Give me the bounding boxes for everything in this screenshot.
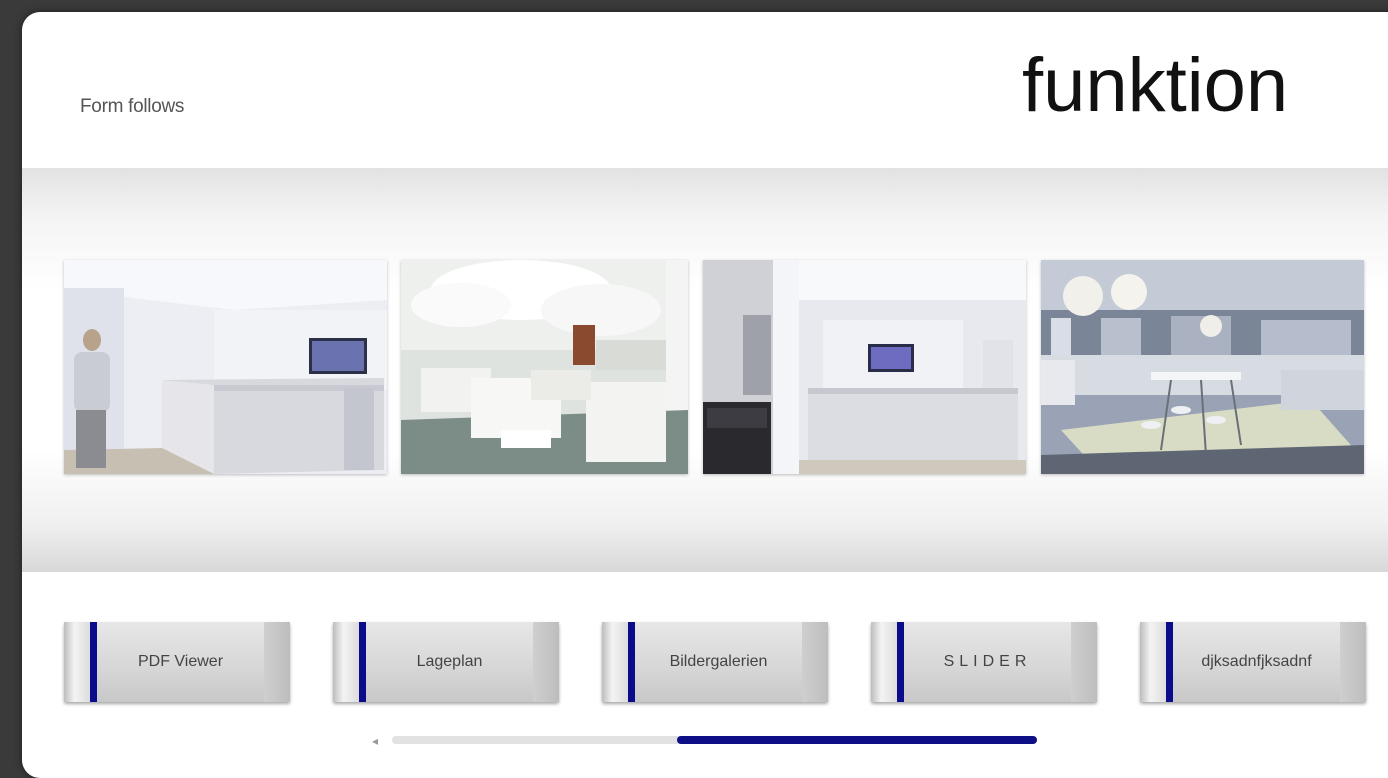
page-title: funktion (1022, 43, 1289, 128)
button-right-stripe (264, 622, 290, 702)
button-right-stripe (1071, 622, 1097, 702)
button-right-stripe (1340, 622, 1366, 702)
lounge-photo (401, 260, 688, 474)
button-accent-bar (628, 622, 635, 702)
button-left-stripe (871, 622, 897, 702)
lageplan-button[interactable]: Lageplan (333, 622, 559, 702)
gallery-image-reception-person[interactable] (64, 260, 387, 474)
scroll-left-arrow-icon[interactable]: ◂ (372, 734, 378, 748)
button-label: Bildergalerien (669, 653, 768, 670)
reception2-photo (703, 260, 1026, 474)
button-left-stripe (1140, 622, 1166, 702)
button-accent-bar (359, 622, 366, 702)
slider-button[interactable]: SLIDER (871, 622, 1097, 702)
button-label: PDF Viewer (137, 653, 224, 670)
office-photo (1041, 260, 1364, 474)
button-label: Lageplan (416, 653, 483, 670)
reception-photo (64, 260, 387, 474)
gallery-image-reception-chair[interactable] (703, 260, 1026, 474)
button-left-stripe (64, 622, 90, 702)
button-right-stripe (533, 622, 559, 702)
scrollbar-thumb[interactable] (677, 736, 1037, 744)
button-accent-bar (1166, 622, 1173, 702)
bildergalerien-button[interactable]: Bildergalerien (602, 622, 828, 702)
button-accent-bar (897, 622, 904, 702)
button-label: SLIDER (943, 653, 1032, 670)
main-panel: Form follows funktion PDF Viewer Lagepla… (22, 12, 1388, 778)
button-left-stripe (333, 622, 359, 702)
djksadnfjksadnf-button[interactable]: djksadnfjksadnf (1140, 622, 1366, 702)
pdf-viewer-button[interactable]: PDF Viewer (64, 622, 290, 702)
tagline: Form follows (80, 96, 185, 117)
button-label: djksadnfjksadnf (1201, 653, 1312, 670)
button-left-stripe (602, 622, 628, 702)
button-right-stripe (802, 622, 828, 702)
button-accent-bar (90, 622, 97, 702)
gallery-image-lounge[interactable] (401, 260, 688, 474)
gallery-image-office[interactable] (1041, 260, 1364, 474)
